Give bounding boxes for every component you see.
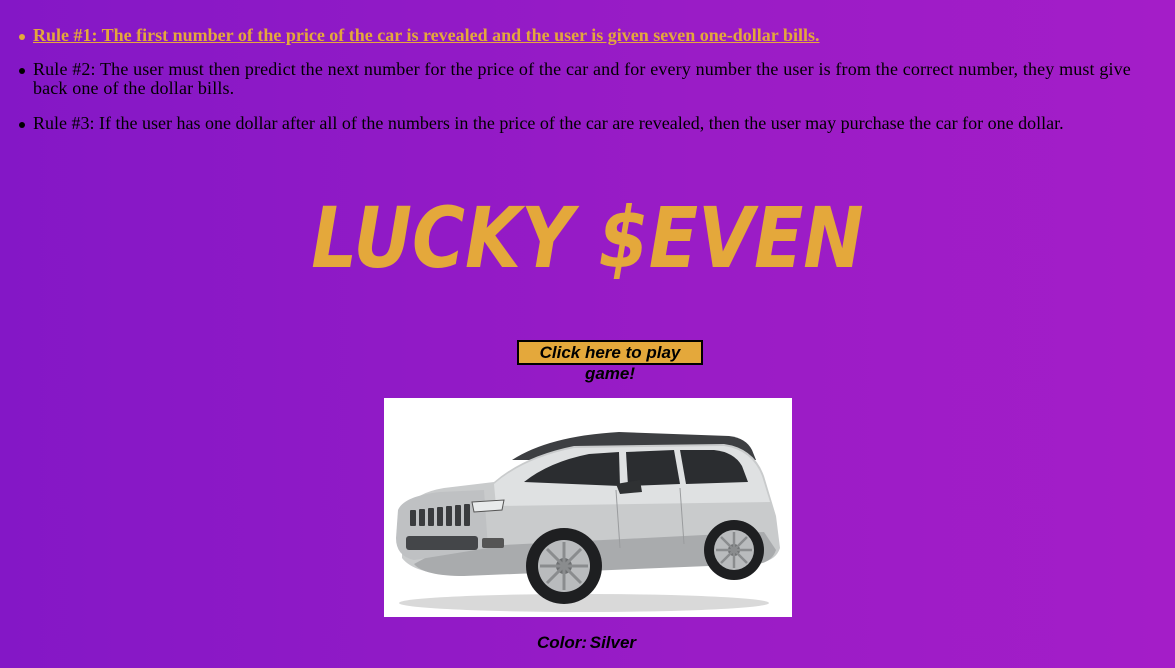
- rule-2-text: Rule #2: The user must then predict the …: [33, 59, 1131, 98]
- color-label: Color:: [536, 633, 587, 652]
- rule-3-text: Rule #3: If the user has one dollar afte…: [33, 113, 1064, 133]
- rule-2: Rule #2: The user must then predict the …: [0, 60, 1175, 98]
- car-icon: [396, 432, 780, 612]
- page-title: LUCKY $EVEN: [311, 189, 864, 287]
- car-color-caption: Color: Silver: [0, 632, 1175, 654]
- rule-1[interactable]: Rule #1: The first number of the price o…: [0, 26, 1175, 45]
- play-game-button[interactable]: Click here to play game!: [517, 340, 703, 383]
- car-image: [384, 398, 792, 617]
- bullet-icon: [19, 34, 25, 40]
- bullet-icon: [19, 68, 25, 74]
- color-value: Silver: [589, 633, 637, 652]
- rules-list: Rule #1: The first number of the price o…: [0, 26, 1175, 149]
- rule-1-text[interactable]: Rule #1: The first number of the price o…: [33, 25, 819, 45]
- rule-3: Rule #3: If the user has one dollar afte…: [0, 114, 1175, 133]
- bullet-icon: [19, 122, 25, 128]
